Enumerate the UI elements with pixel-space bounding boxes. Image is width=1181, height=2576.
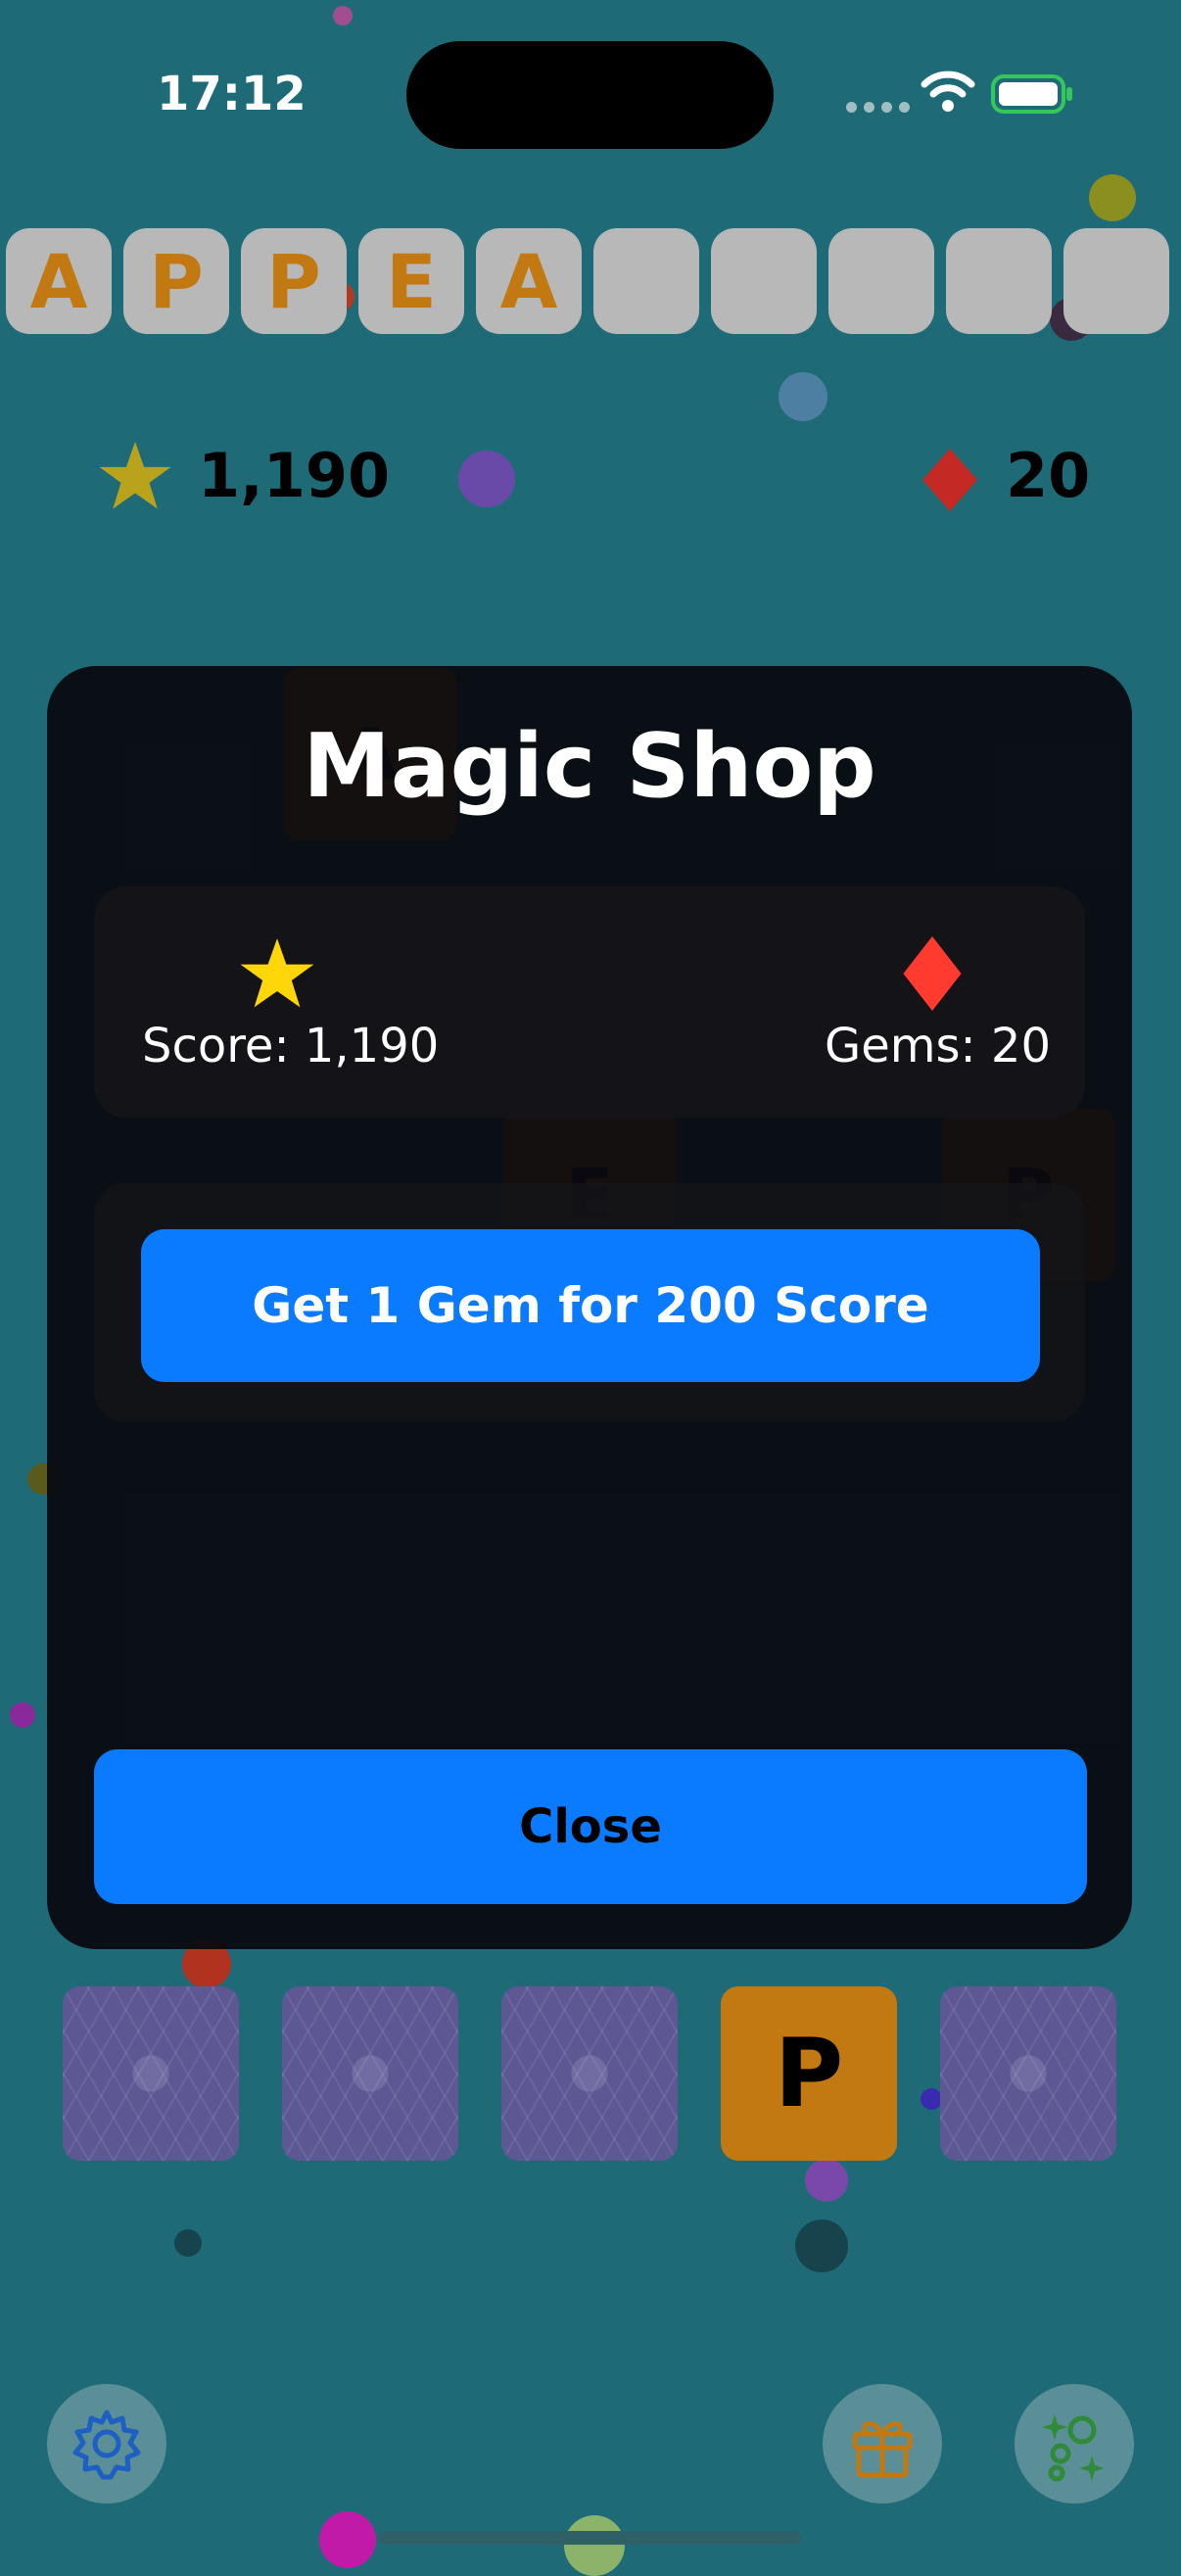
rack-tile-hidden[interactable] bbox=[940, 1986, 1116, 2161]
word-tile: A bbox=[476, 228, 582, 334]
dynamic-island bbox=[406, 41, 774, 149]
signal-dots bbox=[846, 102, 910, 113]
settings-button[interactable] bbox=[47, 2384, 166, 2504]
rack-tile-hidden[interactable] bbox=[63, 1986, 239, 2161]
bubbles-button[interactable] bbox=[1015, 2384, 1134, 2504]
word-tile: A bbox=[6, 228, 112, 334]
score-value: 1,190 bbox=[198, 440, 391, 511]
diamond-icon bbox=[903, 936, 962, 1011]
score-label: Score: 1,190 bbox=[142, 1019, 440, 1073]
close-button[interactable]: Close bbox=[94, 1749, 1087, 1904]
bubbles-sparkle-icon bbox=[1042, 2414, 1105, 2482]
decor-bubble bbox=[805, 2159, 848, 2202]
decor-bubble bbox=[174, 2229, 202, 2257]
gift-button[interactable] bbox=[823, 2384, 942, 2504]
buy-gem-button[interactable]: Get 1 Gem for 200 Score bbox=[141, 1229, 1040, 1382]
gear-icon bbox=[72, 2409, 141, 2480]
home-indicator[interactable] bbox=[378, 2531, 801, 2545]
wifi-icon bbox=[921, 71, 975, 112]
battery-icon bbox=[991, 74, 1072, 114]
decor-bubble bbox=[1089, 174, 1136, 221]
gift-icon bbox=[852, 2420, 913, 2478]
star-icon bbox=[240, 938, 314, 1008]
gems-label: Gems: 20 bbox=[825, 1019, 1051, 1073]
decor-bubble bbox=[779, 372, 827, 421]
word-row: A P P E A bbox=[6, 228, 1169, 334]
rack-tile-letter[interactable]: P bbox=[721, 1986, 897, 2161]
decor-bubble bbox=[458, 451, 515, 507]
decor-bubble bbox=[333, 6, 353, 25]
word-tile-empty bbox=[593, 228, 699, 334]
gems-value: 20 bbox=[1006, 440, 1091, 511]
status-time: 17:12 bbox=[157, 67, 307, 121]
decor-bubble bbox=[795, 2219, 848, 2272]
word-tile: P bbox=[241, 228, 347, 334]
word-tile: E bbox=[358, 228, 464, 334]
modal-title: Magic Shop bbox=[303, 715, 876, 818]
word-tile-empty bbox=[946, 228, 1052, 334]
rack-tile-hidden[interactable] bbox=[282, 1986, 458, 2161]
decor-bubble bbox=[10, 1702, 35, 1728]
decor-bubble bbox=[564, 2515, 625, 2576]
rack-tile-hidden[interactable] bbox=[501, 1986, 678, 2161]
word-tile: P bbox=[123, 228, 229, 334]
word-tile-empty bbox=[828, 228, 934, 334]
star-icon bbox=[99, 442, 171, 509]
word-tile-empty bbox=[1063, 228, 1169, 334]
decor-bubble bbox=[319, 2511, 376, 2568]
diamond-icon bbox=[922, 449, 977, 511]
decor-bubble bbox=[921, 2088, 942, 2110]
word-tile-empty bbox=[711, 228, 817, 334]
